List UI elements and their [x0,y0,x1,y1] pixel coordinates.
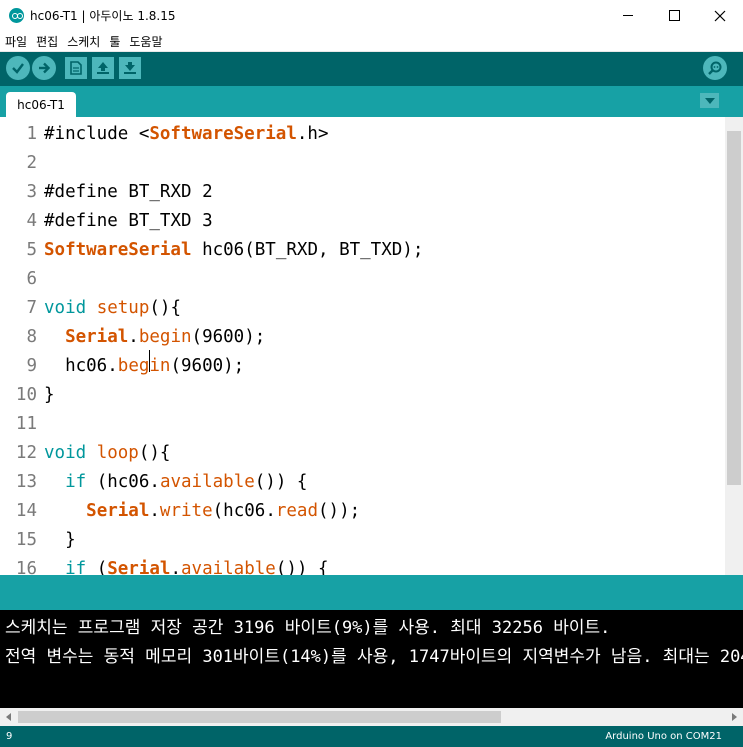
code-editor[interactable]: 1 #include <SoftwareSerial.h> 2 3 #define BT… [0,117,725,575]
code-text: if (Serial.available()) { [65,559,329,575]
console-scroll-thumb[interactable] [18,711,501,723]
code-text: Serial.begin(9600); [65,327,266,347]
serial-monitor-icon [708,61,722,75]
maximize-icon [668,10,680,21]
code-text: #include <SoftwareSerial.h> [44,124,329,144]
line-number: 7 [26,298,37,318]
editor-console-divider[interactable] [0,575,743,610]
scroll-right-icon[interactable] [725,708,743,726]
line-number: 16 [15,559,37,575]
line-number: 11 [15,414,37,434]
code-text: Serial.write(hc06.read()); [86,501,361,521]
line-number: 3 [26,182,37,202]
new-button[interactable] [65,57,87,79]
close-icon [714,10,726,21]
tab-bar [0,86,743,117]
status-board-port: Arduino Uno on COM21 [605,731,722,742]
code-line[interactable]: 15 } [0,526,725,555]
line-number: 13 [15,472,37,492]
code-line[interactable]: 4 #define BT_TXD 3 [0,207,725,236]
menu-edit[interactable]: 편집 [31,33,62,50]
code-line[interactable]: 2 [0,149,725,178]
line-number: 1 [26,124,37,144]
line-number: 2 [26,153,37,173]
open-button[interactable] [92,57,114,79]
text-cursor [149,350,150,372]
status-line-number: 9 [6,731,13,742]
tab-menu-button[interactable] [700,93,719,108]
menu-bar: 파일 편집 스케치 툴 도움말 [0,31,743,52]
editor-scroll-thumb[interactable] [727,131,741,485]
menu-file[interactable]: 파일 [0,33,31,50]
tab-hc06-t1[interactable]: hc06-T1 [6,92,76,117]
line-number: 5 [26,240,37,260]
line-number: 6 [26,269,37,289]
code-line[interactable]: 16 if (Serial.available()) { [0,555,725,575]
maximize-button[interactable] [651,0,697,31]
code-line[interactable]: 7 void setup(){ [0,294,725,323]
menu-help[interactable]: 도움말 [124,33,166,50]
line-number: 8 [26,327,37,347]
console-line: 스케치는 프로그램 저장 공간 3196 바이트(9%)를 사용. 최대 322… [5,618,611,638]
verify-button[interactable] [6,56,30,80]
upload-button[interactable] [32,56,56,80]
code-text: SoftwareSerial hc06(BT_RXD, BT_TXD); [44,240,424,260]
code-text: } [44,530,76,550]
code-line[interactable]: 6 [0,265,725,294]
code-line[interactable]: 9 hc06.begin(9600); [0,352,725,381]
code-text: #define BT_RXD 2 [44,182,213,202]
verify-icon [12,63,24,74]
code-text: void setup(){ [44,298,181,318]
code-line[interactable]: 12 void loop(){ [0,439,725,468]
line-number: 15 [15,530,37,550]
code-line[interactable]: 8 Serial.begin(9600); [0,323,725,352]
code-text: hc06.begin(9600); [65,356,245,376]
code-line[interactable]: 10} [0,381,725,410]
line-number: 10 [15,385,37,405]
chevron-down-icon [704,97,715,104]
save-icon [124,62,136,74]
scroll-left-icon[interactable] [0,708,18,726]
close-button[interactable] [697,0,743,31]
open-icon [97,62,109,74]
code-line[interactable]: 5 SoftwareSerial hc06(BT_RXD, BT_TXD); [0,236,725,265]
line-number: 14 [15,501,37,521]
serial-monitor-button[interactable] [703,56,727,80]
line-number: 4 [26,211,37,231]
code-text: #define BT_TXD 3 [44,211,213,231]
menu-sketch[interactable]: 스케치 [62,33,104,50]
minimize-icon [623,15,633,16]
minimize-button[interactable] [605,0,651,31]
code-text: if (hc06.available()) { [65,472,308,492]
line-number: 12 [15,443,37,463]
console-line: 전역 변수는 동적 메모리 301바이트(14%)를 사용, 1747바이트의 … [5,647,743,667]
save-button[interactable] [119,57,141,79]
new-icon [70,61,82,75]
code-text: } [44,385,55,405]
menu-tools[interactable]: 툴 [104,33,124,50]
code-line[interactable]: 3 #define BT_RXD 2 [0,178,725,207]
console-output: 스케치는 프로그램 저장 공간 3196 바이트(9%)를 사용. 최대 322… [0,610,743,708]
code-line[interactable]: 14 Serial.write(hc06.read()); [0,497,725,526]
code-line[interactable]: 11 [0,410,725,439]
line-number: 9 [26,356,37,376]
upload-icon [39,62,51,74]
code-text: void loop(){ [44,443,171,463]
arduino-logo-icon [9,8,24,23]
code-line[interactable]: 13 if (hc06.available()) { [0,468,725,497]
code-line[interactable]: 1 #include <SoftwareSerial.h> [0,120,725,149]
window-title: hc06-T1 | 아두이노 1.8.15 [30,9,176,23]
